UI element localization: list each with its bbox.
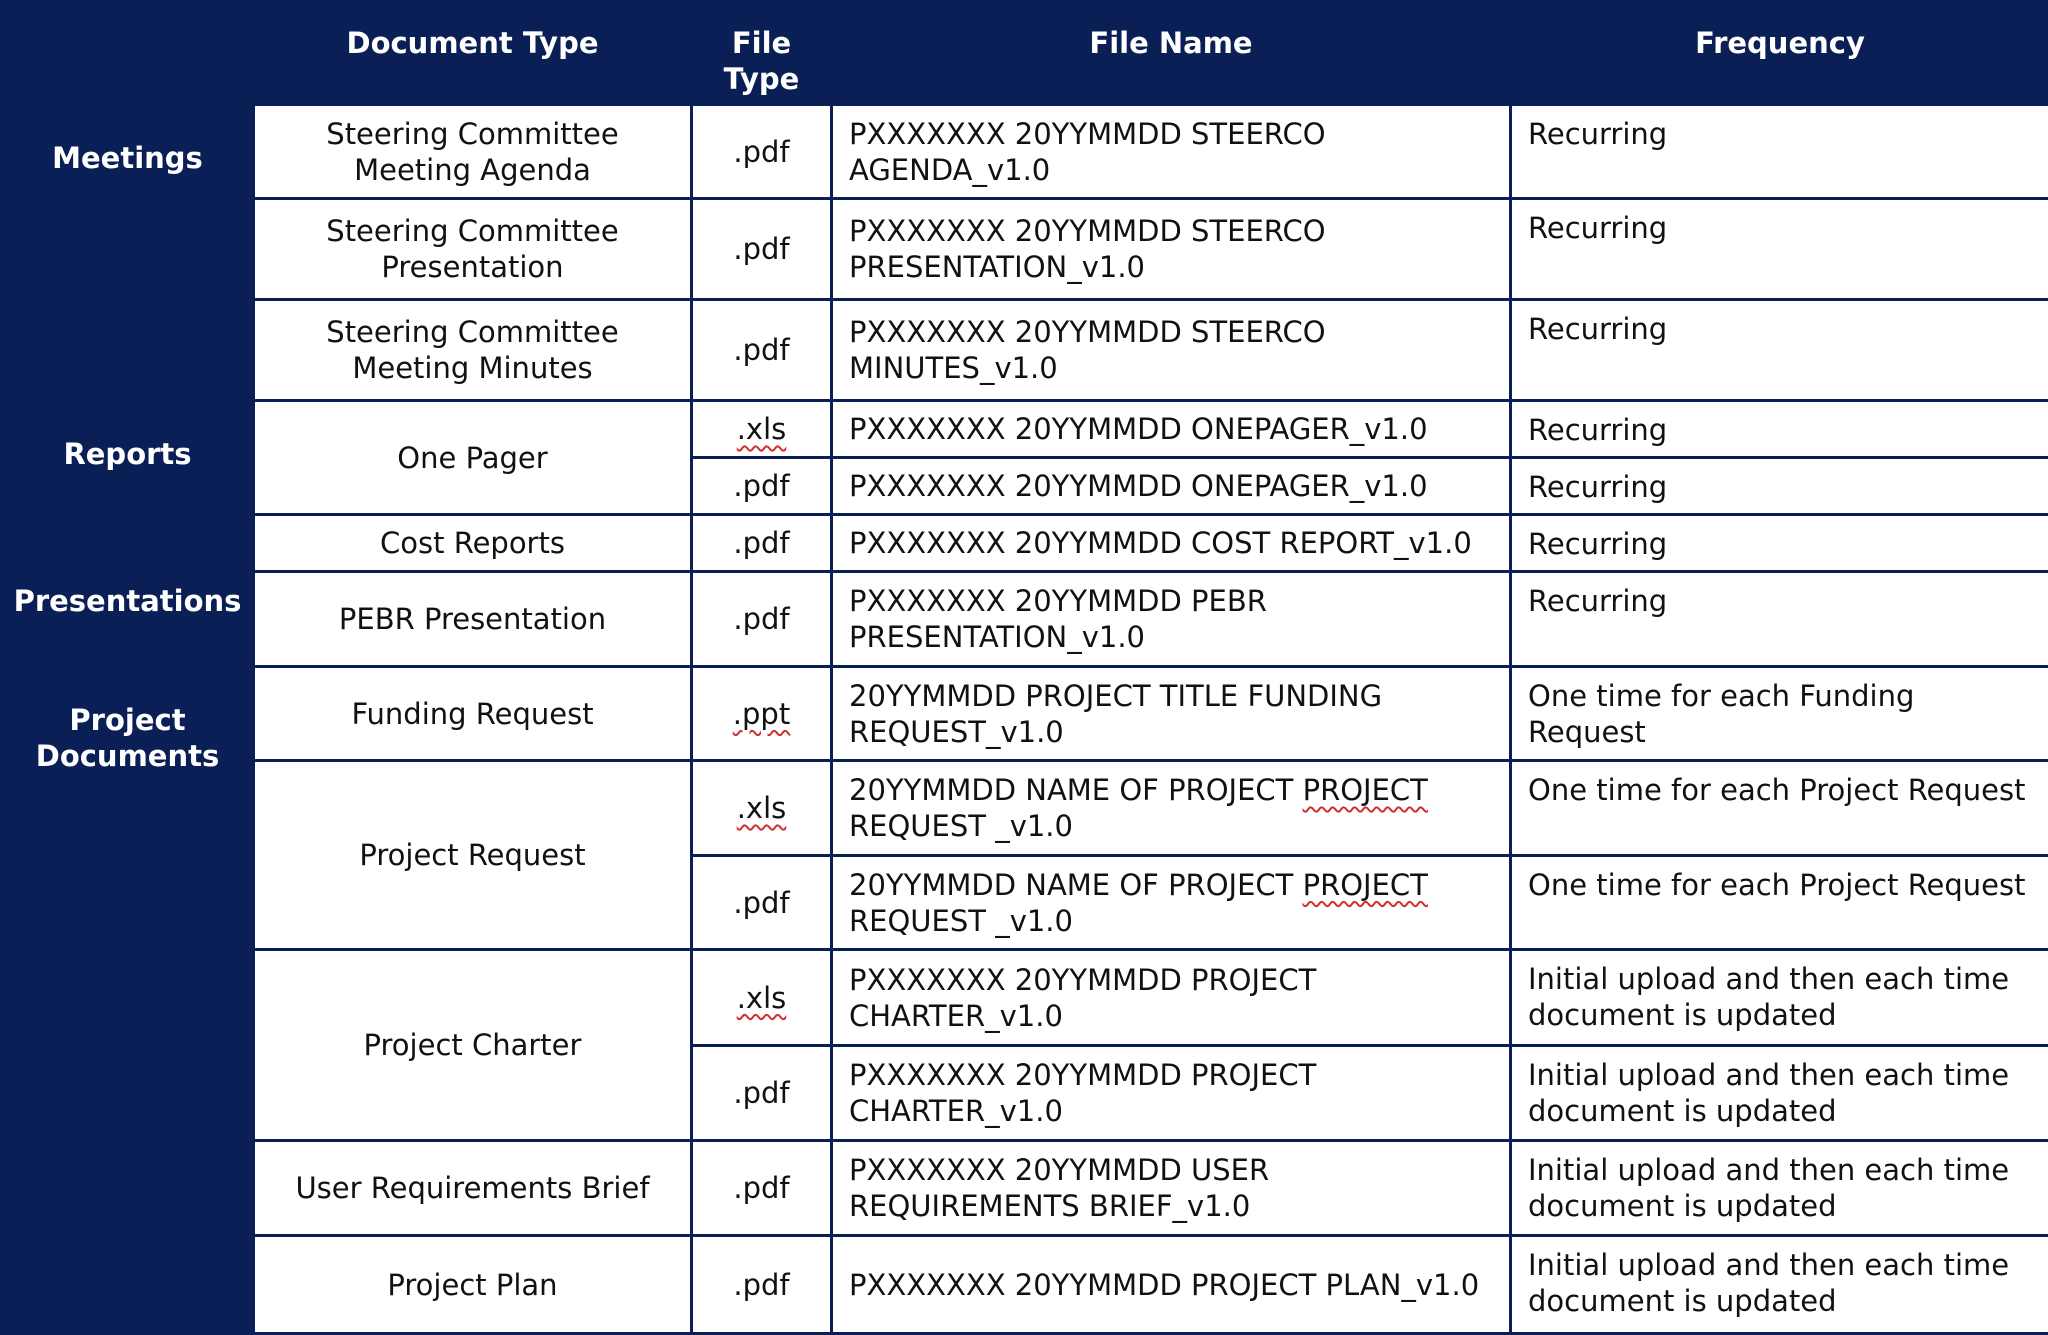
file-name-cell: PXXXXXXX 20YYMMDD STEERCO MINUTES_v1.0	[832, 300, 1511, 401]
frequency-cell: Recurring	[1511, 572, 2048, 667]
document-type-cell: Project Charter	[254, 950, 692, 1141]
file-name-cell: PXXXXXXX 20YYMMDD ONEPAGER_v1.0	[832, 458, 1511, 515]
document-register-table: Document Type File Type File Name Freque…	[0, 0, 2048, 1335]
document-type-cell: Project Request	[254, 761, 692, 950]
file-name-cell: 20YYMMDD NAME OF PROJECT PROJECT REQUEST…	[832, 856, 1511, 950]
frequency-cell: Recurring	[1511, 199, 2048, 300]
document-type-cell: Steering Committee Meeting Agenda	[254, 105, 692, 199]
file-type-flagged-text: .xls	[737, 791, 787, 825]
file-name-cell: PXXXXXXX 20YYMMDD STEERCO AGENDA_v1.0	[832, 105, 1511, 199]
file-type-cell: .xls	[692, 761, 832, 856]
file-name-text: 20YYMMDD NAME OF PROJECT	[849, 868, 1303, 902]
file-name-flagged-text: PROJECT	[1303, 868, 1428, 902]
table-row: User Requirements Brief .pdf PXXXXXXX 20…	[2, 1141, 2048, 1236]
file-name-cell: PXXXXXXX 20YYMMDD PROJECT PLAN_v1.0	[832, 1236, 1511, 1334]
file-type-flagged-text: .ppt	[733, 697, 790, 731]
header-file-type: File Type	[692, 2, 832, 105]
file-type-cell: .pdf	[692, 199, 832, 300]
document-type-cell: Steering Committee Presentation	[254, 199, 692, 300]
table-row: Project Plan .pdf PXXXXXXX 20YYMMDD PROJ…	[2, 1236, 2048, 1334]
category-reports: Reports	[2, 401, 254, 572]
table-row: Meetings Steering Committee Meeting Agen…	[2, 105, 2048, 199]
file-name-text: REQUEST _v1.0	[849, 904, 1073, 938]
file-name-cell: PXXXXXXX 20YYMMDD COST REPORT_v1.0	[832, 515, 1511, 572]
document-type-cell: User Requirements Brief	[254, 1141, 692, 1236]
file-type-flagged-text: .xls	[737, 412, 787, 446]
frequency-cell: Initial upload and then each time docume…	[1511, 1046, 2048, 1141]
frequency-cell: Recurring	[1511, 515, 2048, 572]
category-project-documents: Project Documents	[2, 667, 254, 1334]
file-type-cell: .pdf	[692, 515, 832, 572]
frequency-cell: Recurring	[1511, 401, 2048, 458]
file-name-cell: PXXXXXXX 20YYMMDD PEBR PRESENTATION_v1.0	[832, 572, 1511, 667]
file-type-cell: .pdf	[692, 1046, 832, 1141]
frequency-cell: Recurring	[1511, 105, 2048, 199]
table-row: Project Charter .xls PXXXXXXX 20YYMMDD P…	[2, 950, 2048, 1046]
frequency-cell: Initial upload and then each time docume…	[1511, 1236, 2048, 1334]
document-type-cell: Project Plan	[254, 1236, 692, 1334]
table-row: Project Request .xls 20YYMMDD NAME OF PR…	[2, 761, 2048, 856]
frequency-cell: One time for each Funding Request	[1511, 667, 2048, 761]
file-type-cell: .pdf	[692, 1236, 832, 1334]
frequency-cell: Recurring	[1511, 300, 2048, 401]
file-type-cell: .ppt	[692, 667, 832, 761]
frequency-cell: One time for each Project Request	[1511, 856, 2048, 950]
document-type-cell: PEBR Presentation	[254, 572, 692, 667]
file-name-text: REQUEST _v1.0	[849, 809, 1073, 843]
header-category	[2, 2, 254, 105]
frequency-cell: Recurring	[1511, 458, 2048, 515]
document-type-cell: Funding Request	[254, 667, 692, 761]
category-presentations: Presentations	[2, 572, 254, 667]
file-type-cell: .xls	[692, 950, 832, 1046]
file-name-flagged-text: PROJECT	[1303, 773, 1428, 807]
file-type-cell: .pdf	[692, 105, 832, 199]
table-row: Steering Committee Meeting Minutes .pdf …	[2, 300, 2048, 401]
frequency-cell: One time for each Project Request	[1511, 761, 2048, 856]
file-name-cell: 20YYMMDD PROJECT TITLE FUNDING REQUEST_v…	[832, 667, 1511, 761]
file-type-cell: .pdf	[692, 1141, 832, 1236]
header-document-type: Document Type	[254, 2, 692, 105]
file-name-cell: PXXXXXXX 20YYMMDD PROJECT CHARTER_v1.0	[832, 950, 1511, 1046]
category-meetings: Meetings	[2, 105, 254, 401]
file-type-cell: .pdf	[692, 572, 832, 667]
file-name-cell: PXXXXXXX 20YYMMDD ONEPAGER_v1.0	[832, 401, 1511, 458]
header-file-name: File Name	[832, 2, 1511, 105]
file-name-cell: PXXXXXXX 20YYMMDD STEERCO PRESENTATION_v…	[832, 199, 1511, 300]
file-name-text: 20YYMMDD NAME OF PROJECT	[849, 773, 1303, 807]
table-row: Project Documents Funding Request .ppt 2…	[2, 667, 2048, 761]
file-type-flagged-text: .xls	[737, 981, 787, 1015]
frequency-cell: Initial upload and then each time docume…	[1511, 1141, 2048, 1236]
document-type-cell: Steering Committee Meeting Minutes	[254, 300, 692, 401]
table-row: Cost Reports .pdf PXXXXXXX 20YYMMDD COST…	[2, 515, 2048, 572]
file-type-cell: .pdf	[692, 458, 832, 515]
file-name-cell: 20YYMMDD NAME OF PROJECT PROJECT REQUEST…	[832, 761, 1511, 856]
frequency-cell: Initial upload and then each time docume…	[1511, 950, 2048, 1046]
table-row: Presentations PEBR Presentation .pdf PXX…	[2, 572, 2048, 667]
file-type-cell: .pdf	[692, 300, 832, 401]
file-type-cell: .pdf	[692, 856, 832, 950]
header-frequency: Frequency	[1511, 2, 2048, 105]
table-row: Steering Committee Presentation .pdf PXX…	[2, 199, 2048, 300]
file-name-cell: PXXXXXXX 20YYMMDD PROJECT CHARTER_v1.0	[832, 1046, 1511, 1141]
file-name-cell: PXXXXXXX 20YYMMDD USER REQUIREMENTS BRIE…	[832, 1141, 1511, 1236]
table-row: Reports One Pager .xls PXXXXXXX 20YYMMDD…	[2, 401, 2048, 458]
document-type-cell: Cost Reports	[254, 515, 692, 572]
document-type-cell: One Pager	[254, 401, 692, 515]
file-type-cell: .xls	[692, 401, 832, 458]
header-row: Document Type File Type File Name Freque…	[2, 2, 2048, 105]
